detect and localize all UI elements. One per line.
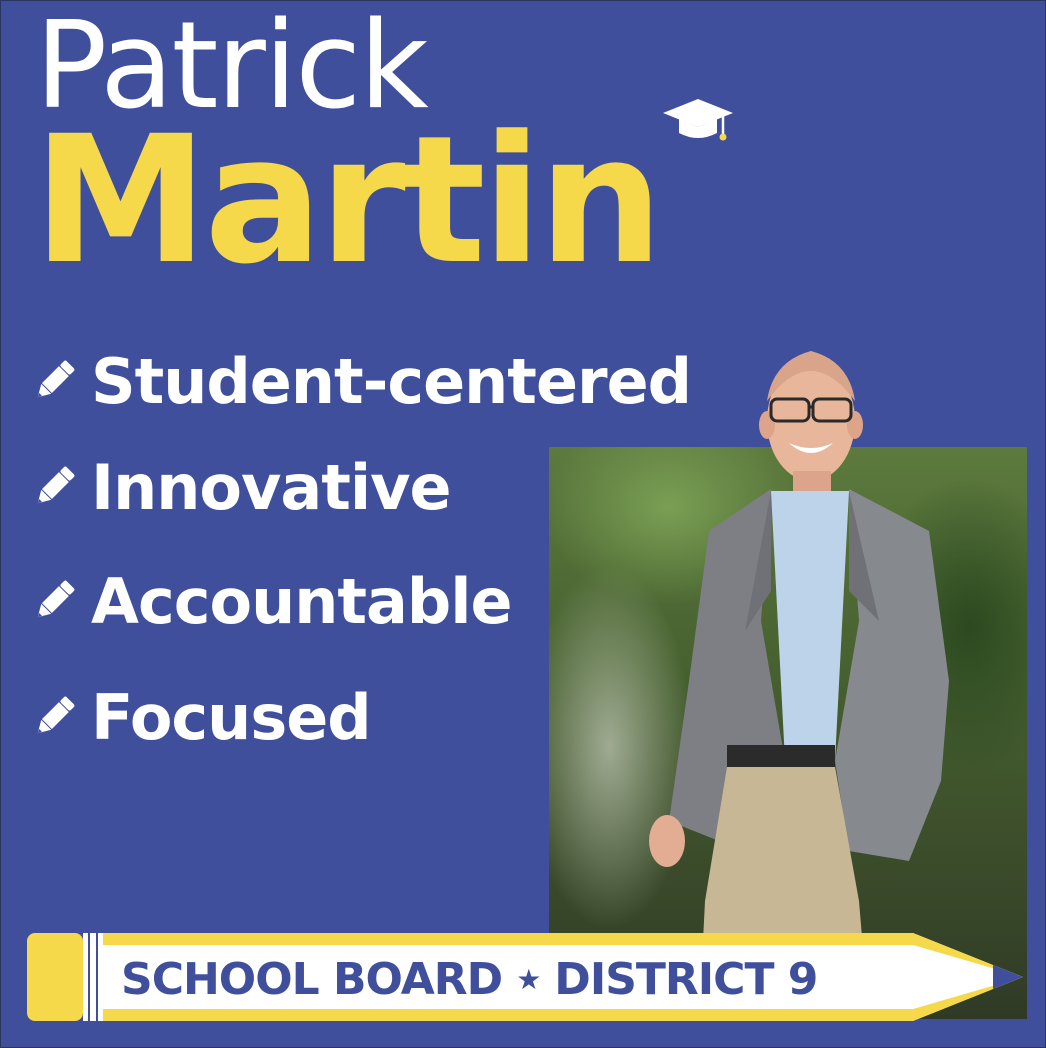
value-label: Focused xyxy=(91,680,372,754)
value-label: Innovative xyxy=(91,450,452,524)
candidate-last-name: Martin xyxy=(33,98,663,303)
list-item: Student-centered xyxy=(29,341,749,421)
pencil-icon xyxy=(37,360,75,398)
list-item: Accountable xyxy=(29,561,749,641)
value-label: Accountable xyxy=(91,564,513,638)
list-item: Focused xyxy=(29,677,749,757)
value-label: Student-centered xyxy=(91,344,692,418)
district-label: DISTRICT 9 xyxy=(554,953,818,1005)
pencil-icon xyxy=(37,466,75,504)
office-label: SCHOOL BOARD xyxy=(121,953,503,1005)
pencil-icon xyxy=(37,696,75,734)
banner-text: SCHOOL BOARD ★ DISTRICT 9 xyxy=(121,947,901,1011)
campaign-sign: Patrick Martin Student-centered Innovati… xyxy=(0,0,1046,1048)
list-item: Innovative xyxy=(29,447,749,527)
graduation-cap-icon xyxy=(663,99,733,141)
star-icon: ★ xyxy=(516,962,541,996)
pencil-icon xyxy=(37,580,75,618)
